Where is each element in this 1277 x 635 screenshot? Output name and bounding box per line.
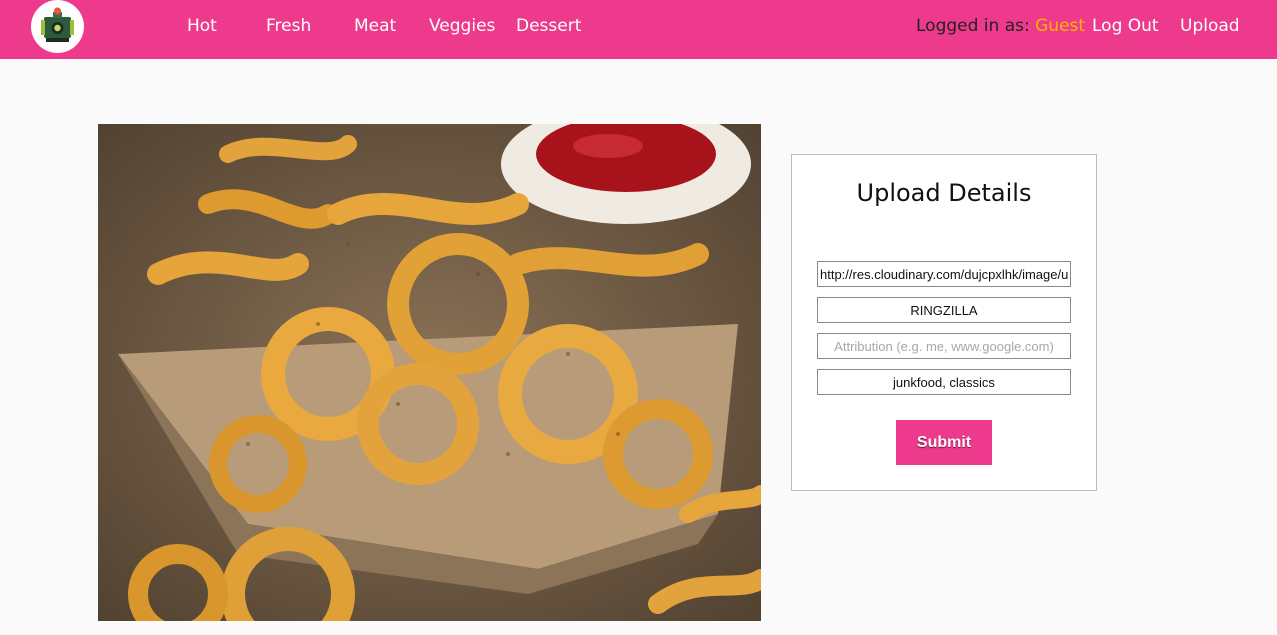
upload-details-title: Upload Details [856, 179, 1032, 207]
nav-dessert[interactable]: Dessert [516, 16, 581, 36]
upload-details-panel: Upload Details Submit [791, 154, 1097, 491]
upload-link[interactable]: Upload [1180, 16, 1240, 36]
logout-link[interactable]: Log Out [1092, 16, 1159, 36]
attribution-input[interactable] [817, 333, 1071, 359]
login-username: Guest [1035, 16, 1086, 36]
nav-hot[interactable]: Hot [187, 16, 217, 36]
image-url-input[interactable] [817, 261, 1071, 287]
top-navbar: Hot Fresh Meat Veggies Dessert Logged in… [0, 0, 1277, 59]
submit-button[interactable]: Submit [896, 420, 992, 465]
nav-meat[interactable]: Meat [354, 16, 396, 36]
tags-input[interactable] [817, 369, 1071, 395]
nav-veggies[interactable]: Veggies [429, 16, 495, 36]
title-input[interactable] [817, 297, 1071, 323]
login-status: Logged in as: Guest [916, 16, 1085, 36]
login-prefix: Logged in as: [916, 16, 1036, 36]
camera-logo-icon[interactable] [31, 0, 84, 53]
nav-fresh[interactable]: Fresh [266, 16, 311, 36]
food-photo [98, 124, 761, 621]
